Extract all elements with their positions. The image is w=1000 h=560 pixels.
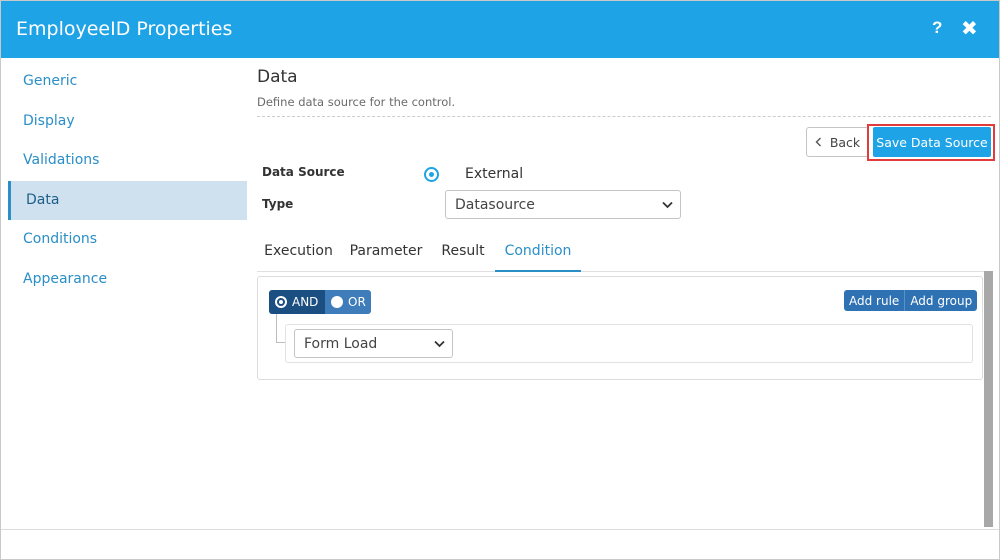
or-radio-icon [331,296,343,308]
external-radio-label: External [465,166,524,182]
section-divider [257,116,991,117]
footer-divider [1,529,999,530]
data-tabs: Execution Parameter Result Condition [257,239,991,272]
type-select-value: Datasource [455,196,535,213]
or-label: OR [348,295,366,309]
section-title: Data [257,67,298,87]
sidebar-item-appearance[interactable]: Appearance [8,260,247,299]
and-or-toggle: AND OR [269,290,371,314]
rule-event-select[interactable]: Form Load [294,329,453,358]
title-bar: EmployeeID Properties ? ✖ [1,1,999,58]
builder-actions: Add rule Add group [844,290,978,311]
window-title: EmployeeID Properties [16,18,233,40]
tab-result[interactable]: Result [434,239,492,272]
sidebar: Generic Display Validations Data Conditi… [1,59,247,529]
data-source-label: Data Source [262,165,345,179]
sidebar-item-conditions[interactable]: Conditions [8,220,247,259]
condition-builder: AND OR Add rule Add group Form Load [257,276,983,380]
chevron-down-icon [434,340,445,347]
back-button[interactable]: Back [806,127,869,157]
back-button-label: Back [829,134,861,150]
section-description: Define data source for the control. [257,95,456,109]
and-label: AND [292,295,319,309]
sidebar-item-validations[interactable]: Validations [8,141,247,180]
add-group-button[interactable]: Add group [904,290,978,311]
and-radio-icon [275,296,287,308]
or-option[interactable]: OR [325,290,371,314]
sidebar-item-data[interactable]: Data [8,181,247,220]
sidebar-item-display[interactable]: Display [8,102,247,141]
rule-event-select-value: Form Load [304,335,378,352]
help-icon[interactable]: ? [932,18,942,38]
tab-execution[interactable]: Execution [257,239,340,272]
type-label: Type [262,197,294,211]
properties-dialog: EmployeeID Properties ? ✖ Generic Displa… [0,0,1000,560]
external-radio[interactable] [424,167,439,182]
chevron-down-icon [662,201,673,208]
tab-parameter[interactable]: Parameter [344,239,428,272]
tab-condition[interactable]: Condition [495,239,581,272]
close-icon[interactable]: ✖ [961,16,978,41]
rule-row: Form Load [285,324,973,363]
vertical-scrollbar[interactable] [984,271,993,527]
and-option[interactable]: AND [269,290,325,314]
add-rule-button[interactable]: Add rule [844,290,905,311]
sidebar-item-generic[interactable]: Generic [8,62,247,101]
chevron-left-icon [815,137,821,147]
type-select[interactable]: Datasource [445,190,681,219]
save-data-source-button[interactable]: Save Data Source [873,127,991,157]
